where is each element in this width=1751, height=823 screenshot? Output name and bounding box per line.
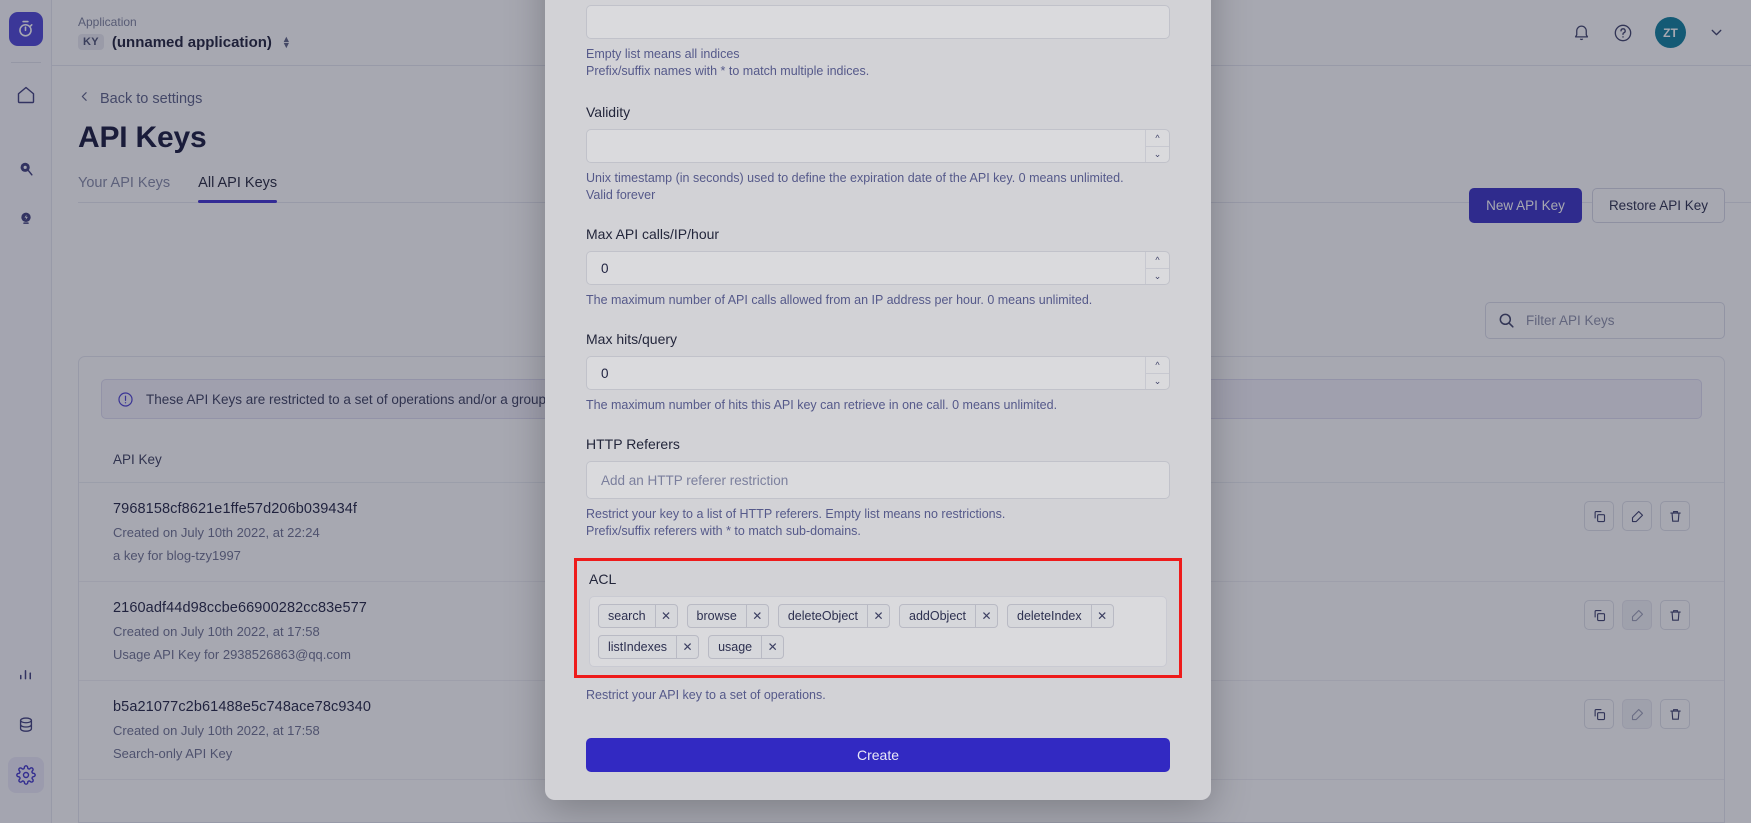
close-icon[interactable]: ✕ [761,636,783,658]
http-referers-input-shell[interactable] [586,461,1170,499]
acl-tag-label: usage [718,640,753,654]
create-button[interactable]: Create [586,738,1170,772]
acl-tag-label: browse [696,609,737,623]
spinner-down-icon[interactable]: ⌄ [1146,374,1169,390]
max-hits-input-shell[interactable]: ^ ⌄ [586,356,1170,390]
acl-tag[interactable]: deleteObject ✕ [777,604,891,628]
close-icon[interactable]: ✕ [745,605,768,627]
validity-helper-line1: Unix timestamp (in seconds) used to defi… [586,171,1124,185]
acl-tag[interactable]: browse ✕ [686,604,769,628]
close-icon[interactable]: ✕ [1090,605,1113,627]
http-referers-field: HTTP Referers Restrict your key to a lis… [586,436,1170,540]
acl-tag[interactable]: listIndexes ✕ [598,635,700,659]
acl-label: ACL [589,571,617,587]
validity-input-shell[interactable]: ^ ⌄ [586,129,1170,163]
max-api-calls-field: Max API calls/IP/hour ^ ⌄ The maximum nu… [586,226,1170,309]
max-api-calls-spinner[interactable]: ^ ⌄ [1145,252,1169,284]
acl-tag[interactable]: addObject ✕ [899,604,998,628]
acl-tag-label: deleteObject [787,609,859,623]
acl-tags-input[interactable]: search ✕ browse ✕ deleteObject ✕ addObje… [589,596,1167,667]
acl-helper: Restrict your API key to a set of operat… [586,688,826,702]
spinner-up-icon[interactable]: ^ [1146,252,1169,269]
max-api-calls-label: Max API calls/IP/hour [586,226,720,242]
close-icon[interactable]: ✕ [867,605,889,627]
indices-input[interactable] [587,6,1169,38]
acl-tag-label: deleteIndex [1017,609,1082,623]
max-hits-input[interactable] [587,357,1169,389]
http-referers-helper-line2: Prefix/suffix referers with * to match s… [586,524,861,538]
max-hits-field: Max hits/query ^ ⌄ The maximum number of… [586,331,1170,414]
validity-helper: Unix timestamp (in seconds) used to defi… [586,170,1170,204]
acl-highlight-box: ACL search ✕ browse ✕ deleteObject ✕ add… [574,558,1182,678]
new-api-key-modal: Empty list means all indices Prefix/suff… [545,0,1211,800]
max-hits-spinner[interactable]: ^ ⌄ [1145,357,1169,389]
close-icon[interactable]: ✕ [676,636,698,658]
max-hits-helper: The maximum number of hits this API key … [586,398,1058,412]
close-icon[interactable]: ✕ [654,605,677,627]
close-icon[interactable]: ✕ [975,605,997,627]
max-api-calls-input[interactable] [587,252,1169,284]
http-referers-input[interactable] [587,462,1169,498]
spinner-up-icon[interactable]: ^ [1146,130,1169,147]
acl-tag[interactable]: usage ✕ [708,635,785,659]
http-referers-label: HTTP Referers [586,436,680,452]
indices-input-shell[interactable] [586,5,1170,39]
acl-tag[interactable]: search ✕ [598,604,678,628]
acl-tag-label: search [608,609,646,623]
validity-label: Validity [586,104,631,120]
max-api-calls-input-shell[interactable]: ^ ⌄ [586,251,1170,285]
acl-tag-label: addObject [909,609,966,623]
indices-helper-line1: Empty list means all indices [586,47,740,61]
indices-helper: Empty list means all indices Prefix/suff… [586,46,1170,80]
validity-input[interactable] [587,130,1169,162]
acl-tag-label: listIndexes [608,640,668,654]
spinner-down-icon[interactable]: ⌄ [1146,147,1169,163]
validity-field: Validity ^ ⌄ Unix timestamp (in seconds)… [586,104,1170,204]
max-hits-label: Max hits/query [586,331,678,347]
acl-tag[interactable]: deleteIndex ✕ [1007,604,1114,628]
http-referers-helper: Restrict your key to a list of HTTP refe… [586,506,1170,540]
http-referers-helper-line1: Restrict your key to a list of HTTP refe… [586,507,1006,521]
indices-helper-line2: Prefix/suffix names with * to match mult… [586,64,870,78]
spinner-up-icon[interactable]: ^ [1146,357,1169,374]
validity-spinner[interactable]: ^ ⌄ [1145,130,1169,162]
max-api-calls-helper: The maximum number of API calls allowed … [586,293,1093,307]
spinner-down-icon[interactable]: ⌄ [1146,269,1169,285]
validity-helper-line2: Valid forever [586,188,656,202]
